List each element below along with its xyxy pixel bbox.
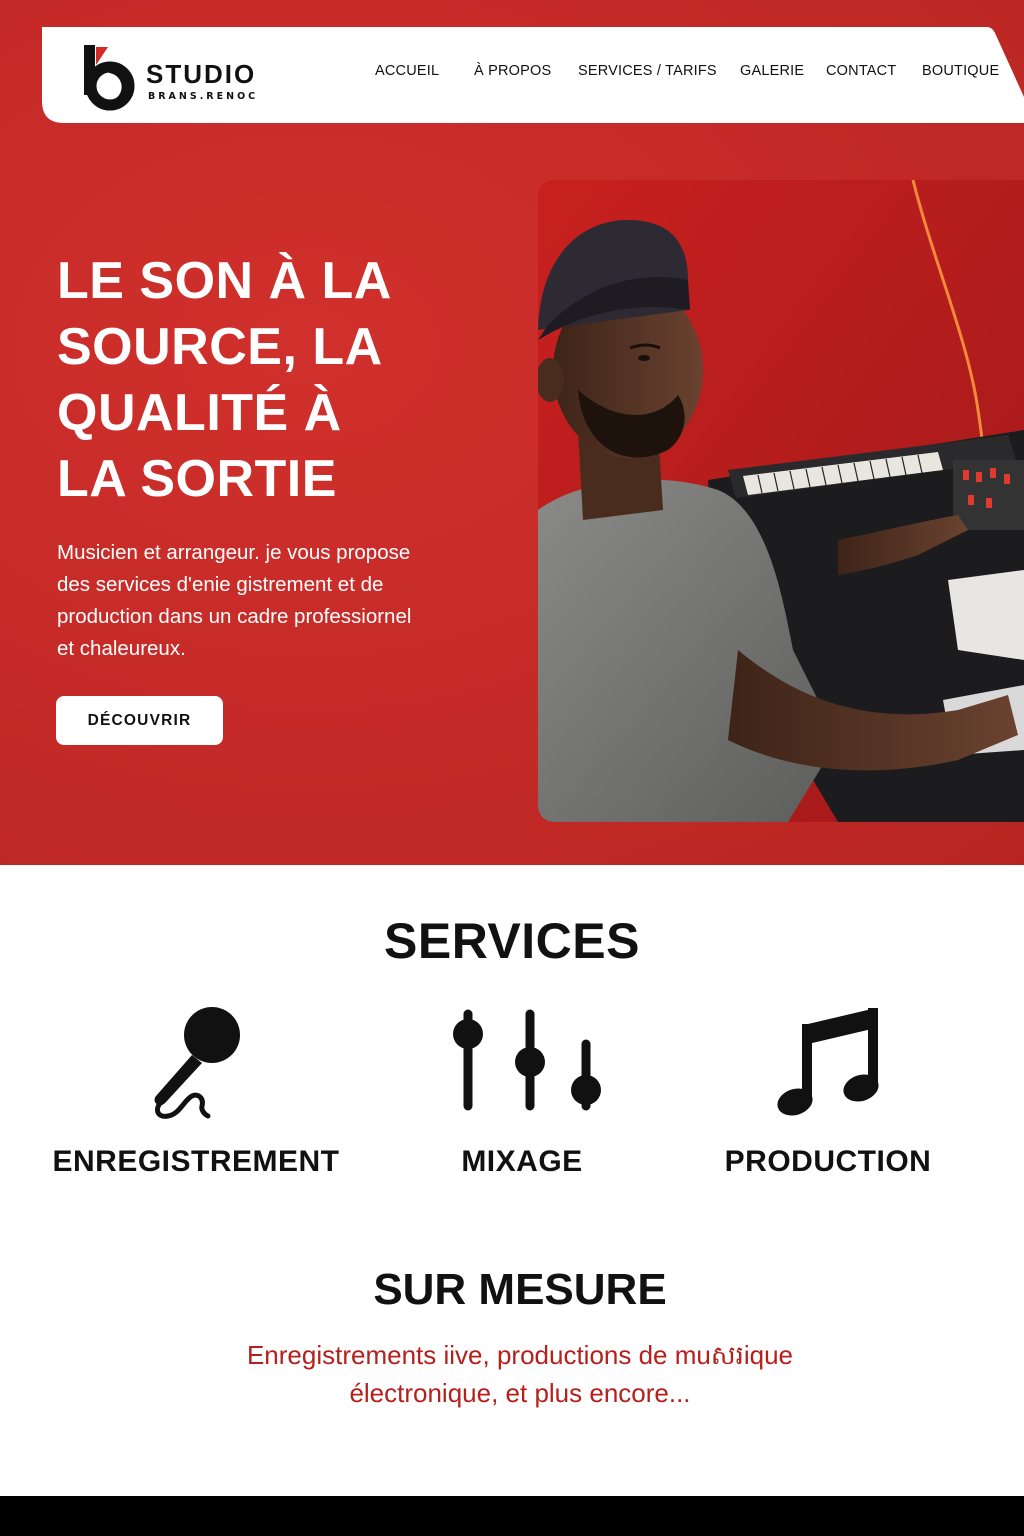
service-label: ENREGISTREMENT — [52, 1145, 340, 1178]
microphone-icon — [154, 1007, 240, 1119]
nav-item-boutique[interactable]: BOUTIQUE — [922, 63, 999, 79]
nav-item-galerie[interactable]: GALERIE — [740, 63, 804, 79]
nav-item-contact[interactable]: CONTACT — [826, 63, 896, 79]
services-title: SERVICES — [384, 913, 640, 969]
studio-photo — [538, 180, 1024, 822]
hero-description: Musicien et arrangeur. je vous propose d… — [57, 537, 477, 665]
logo-tagline: BRANS.RENOC — [148, 91, 259, 102]
service-label: PRODUCTION — [724, 1145, 932, 1178]
mixer-sliders-icon — [453, 1009, 601, 1111]
hero-title-line: LA SORTIE — [57, 450, 337, 508]
nav-menu: ACCUEIL À PROPOS SERVICES / TARIFS GALER… — [42, 63, 1024, 87]
hero-description-line: et chaleureux. — [57, 637, 186, 660]
top-navbar: STUDIO BRANS.RENOC ACCUEIL À PROPOS SERV… — [42, 27, 1024, 123]
hero-section: STUDIO BRANS.RENOC ACCUEIL À PROPOS SERV… — [0, 0, 1024, 865]
hero-description-line: des services d'enie gistrement et de — [57, 573, 384, 596]
sur-mesure-description: Enregistrements iive, productions de muស… — [0, 1336, 1024, 1412]
sur-mesure-line: Enregistrements iive, productions de muស… — [246, 1340, 794, 1370]
sur-mesure-line: électronique, et plus encore... — [349, 1378, 691, 1408]
music-note-icon — [777, 1008, 879, 1116]
hero-description-line: production dans un cadre professiornel — [57, 605, 412, 628]
service-mixage[interactable]: MIXAGE — [362, 1000, 682, 1200]
service-enregistrement[interactable]: ENREGISTREMENT — [36, 1000, 356, 1200]
hero-description-line: Musicien et arrangeur. je vous propose — [57, 541, 411, 564]
service-label: MIXAGE — [461, 1145, 583, 1178]
studio-photo-illustration — [538, 180, 1024, 822]
discover-button[interactable]: DÉCOUVRIR — [56, 696, 223, 745]
hero-title-line: LE SON À LA — [57, 252, 392, 310]
service-production[interactable]: PRODUCTION — [668, 1000, 988, 1200]
hero-title: LE SON À LA SOURCE, LA QUALITÉ À LA SORT… — [57, 248, 497, 512]
nav-item-a-propos[interactable]: À PROPOS — [474, 63, 551, 79]
nav-item-accueil[interactable]: ACCUEIL — [375, 63, 439, 79]
nav-item-services-tarifs[interactable]: SERVICES / TARIFS — [578, 63, 717, 79]
sur-mesure-title: SUR MESURE — [373, 1265, 667, 1314]
hero-title-line: QUALITÉ À — [57, 384, 342, 442]
hero-title-line: SOURCE, LA — [57, 318, 383, 376]
footer-bar — [0, 1496, 1024, 1536]
